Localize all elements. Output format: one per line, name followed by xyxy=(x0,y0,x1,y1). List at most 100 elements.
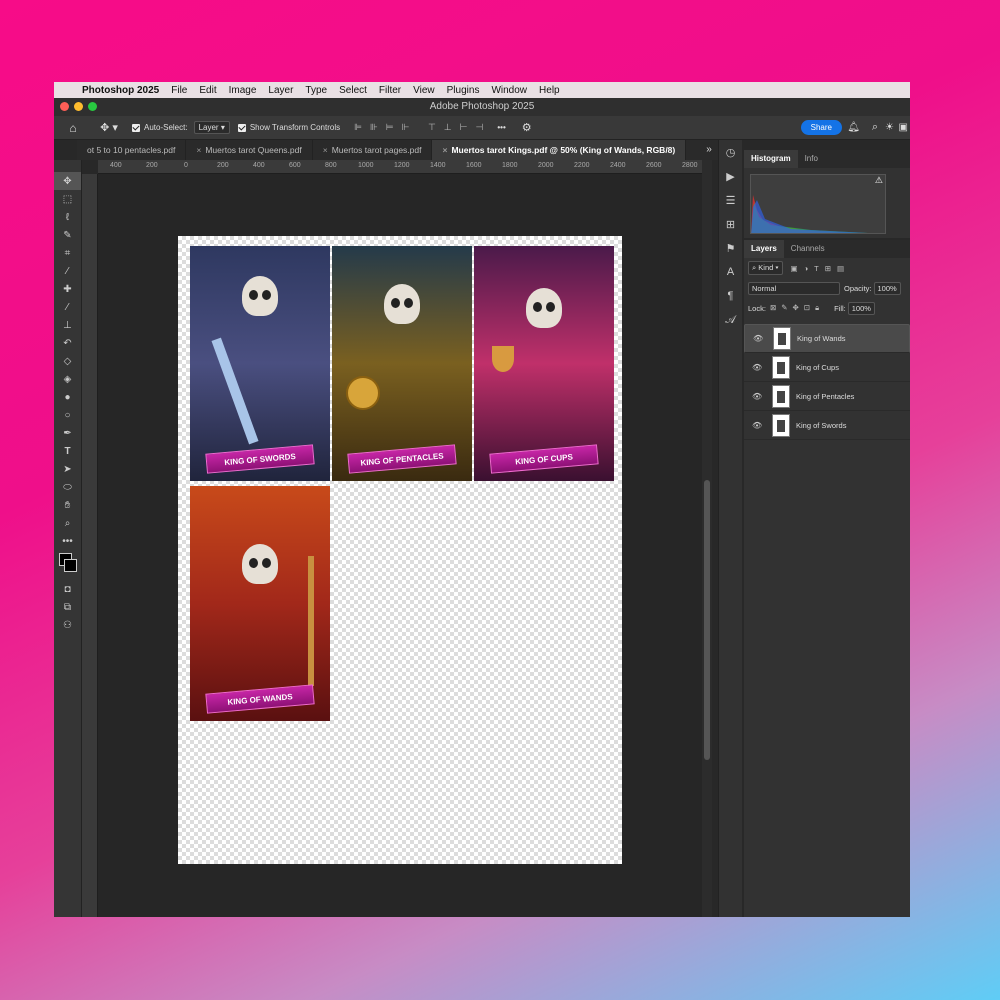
fill-field[interactable]: 100% xyxy=(847,301,875,315)
screen-mode-icon[interactable]: ⧉ xyxy=(54,598,81,616)
workspace-icon[interactable]: ▣ xyxy=(899,122,908,133)
actions-panel-icon[interactable]: ▶ xyxy=(719,164,742,188)
search-icon[interactable]: ⌕ xyxy=(872,121,878,134)
bell-icon[interactable]: 🔔︎ xyxy=(847,122,860,133)
tab-kings[interactable]: × Muertos tarot Kings.pdf @ 50% (King of … xyxy=(432,140,687,160)
show-transform-checkbox[interactable]: Show Transform Controls xyxy=(237,123,340,132)
close-icon[interactable]: × xyxy=(442,145,447,155)
layer-row-king-of-swords[interactable]: 👁︎ King of Swords xyxy=(744,411,910,440)
card-banner: KING OF PENTACLES xyxy=(347,444,457,474)
layer-row-king-of-pentacles[interactable]: 👁︎ King of Pentacles xyxy=(744,382,910,411)
adjustments-panel-icon[interactable]: ☰ xyxy=(719,188,742,212)
gear-icon[interactable]: ⚙ xyxy=(522,121,532,134)
color-swatches[interactable] xyxy=(54,550,81,580)
opacity-field[interactable]: 100% xyxy=(873,281,901,295)
close-icon[interactable]: × xyxy=(323,145,328,155)
minimize-window-button[interactable] xyxy=(74,102,83,111)
warning-icon[interactable]: ⚠ xyxy=(875,175,883,186)
menu-view[interactable]: View xyxy=(413,85,435,96)
paint-bucket-icon[interactable]: ◈ xyxy=(54,370,81,388)
vertical-scrollbar[interactable] xyxy=(702,160,712,917)
menu-type[interactable]: Type xyxy=(305,85,327,96)
card-king-of-swords[interactable]: KING OF SWORDS xyxy=(190,246,330,481)
card-king-of-wands[interactable]: KING OF WANDS xyxy=(190,486,330,721)
tab-overflow-button[interactable]: » xyxy=(700,140,718,160)
ruler-tick: 200 xyxy=(217,162,229,169)
close-window-button[interactable] xyxy=(60,102,69,111)
close-icon[interactable]: × xyxy=(196,145,201,155)
blur-tool-icon[interactable]: ● xyxy=(54,388,81,406)
document-page[interactable]: KING OF SWORDS KING OF PENTACLES KING OF… xyxy=(178,236,622,864)
tab-queens[interactable]: × Muertos tarot Queens.pdf xyxy=(186,140,313,160)
background-color-swatch[interactable] xyxy=(64,559,77,572)
home-icon[interactable]: ⌂ xyxy=(54,121,92,135)
blend-mode-dropdown[interactable]: Normal xyxy=(748,281,840,295)
auto-select-checkbox[interactable]: Auto-Select: xyxy=(132,123,188,132)
properties-panel-icon[interactable]: ⊞ xyxy=(719,212,742,236)
zoom-window-button[interactable] xyxy=(88,102,97,111)
layer-name: King of Swords xyxy=(796,420,847,430)
tab-pages[interactable]: × Muertos tarot pages.pdf xyxy=(313,140,433,160)
character-panel-icon[interactable]: A xyxy=(719,260,742,284)
tab-pentacles[interactable]: ot 5 to 10 pentacles.pdf xyxy=(77,140,187,160)
brush-tool-icon[interactable]: ⁄ xyxy=(54,298,81,316)
type-tool-icon[interactable]: T xyxy=(54,442,81,460)
menu-image[interactable]: Image xyxy=(229,85,257,96)
menu-file[interactable]: File xyxy=(171,85,187,96)
history-panel-icon[interactable]: ◷ xyxy=(719,140,742,164)
move-tool-icon[interactable]: ✥ xyxy=(54,172,81,190)
glyphs-panel-icon[interactable]: 𝒜 xyxy=(719,308,742,332)
hand-tool-icon[interactable]: ✋︎ xyxy=(54,496,81,514)
align-icons[interactable]: ⊫⊪⊨⊩ ⊤⊥⊢⊣ xyxy=(354,122,491,133)
move-tool-preset-icon[interactable]: ✥ ▾ xyxy=(92,121,126,134)
dodge-tool-icon[interactable]: ○ xyxy=(54,406,81,424)
quick-mask-icon[interactable]: ◘ xyxy=(54,580,81,598)
layer-row-king-of-cups[interactable]: 👁︎ King of Cups xyxy=(744,353,910,382)
lightbulb-icon[interactable]: ☀ xyxy=(885,122,894,133)
crop-tool-icon[interactable]: ⌗ xyxy=(54,244,81,262)
menu-filter[interactable]: Filter xyxy=(379,85,401,96)
canvas-area[interactable]: KING OF SWORDS KING OF PENTACLES KING OF… xyxy=(98,174,702,917)
more-options-button[interactable]: ••• xyxy=(497,123,505,132)
marquee-tool-icon[interactable]: ⬚ xyxy=(54,190,81,208)
auto-select-dropdown[interactable]: Layer ▾ xyxy=(193,121,230,134)
more-tools-icon[interactable]: ••• xyxy=(54,532,81,550)
eyedropper-tool-icon[interactable]: ⁄ xyxy=(54,262,81,280)
quick-action-icon[interactable]: ⚇ xyxy=(54,616,81,634)
stamp-tool-icon[interactable]: ⊥ xyxy=(54,316,81,334)
card-king-of-pentacles[interactable]: KING OF PENTACLES xyxy=(332,246,472,481)
shape-tool-icon[interactable]: ⬭ xyxy=(54,478,81,496)
libraries-panel-icon[interactable]: ⚑ xyxy=(719,236,742,260)
eraser-tool-icon[interactable]: ◇ xyxy=(54,352,81,370)
menu-plugins[interactable]: Plugins xyxy=(447,85,480,96)
menu-edit[interactable]: Edit xyxy=(199,85,216,96)
tab-channels[interactable]: Channels xyxy=(784,240,832,258)
menu-layer[interactable]: Layer xyxy=(268,85,293,96)
lock-icons[interactable]: ⊠✎✥⊡🔒︎ xyxy=(770,303,824,313)
pen-tool-icon[interactable]: ✒ xyxy=(54,424,81,442)
scrollbar-thumb[interactable] xyxy=(704,480,710,760)
kind-filter-dropdown[interactable]: ⌕ Kind ▾ xyxy=(748,261,783,275)
zoom-tool-icon[interactable]: ⌕ xyxy=(54,514,81,532)
eye-icon[interactable]: 👁︎ xyxy=(752,421,762,430)
tab-info[interactable]: Info xyxy=(798,150,825,168)
history-brush-icon[interactable]: ↶ xyxy=(54,334,81,352)
menu-select[interactable]: Select xyxy=(339,85,367,96)
card-king-of-cups[interactable]: KING OF CUPS xyxy=(474,246,614,481)
path-select-icon[interactable]: ➤ xyxy=(54,460,81,478)
healing-tool-icon[interactable]: ✚ xyxy=(54,280,81,298)
quick-select-tool-icon[interactable]: ✎ xyxy=(54,226,81,244)
eye-icon[interactable]: 👁︎ xyxy=(752,392,762,401)
share-button[interactable]: Share xyxy=(800,120,842,135)
lasso-tool-icon[interactable]: ℓ xyxy=(54,208,81,226)
menu-window[interactable]: Window xyxy=(491,85,527,96)
paragraph-panel-icon[interactable]: ¶ xyxy=(719,284,742,308)
menu-help[interactable]: Help xyxy=(539,85,560,96)
menu-app-name[interactable]: Photoshop 2025 xyxy=(82,85,159,96)
tab-layers[interactable]: Layers xyxy=(744,240,784,258)
eye-icon[interactable]: 👁︎ xyxy=(752,363,762,372)
tab-histogram[interactable]: Histogram xyxy=(744,150,798,168)
eye-icon[interactable]: 👁︎ xyxy=(753,334,763,343)
layer-row-king-of-wands[interactable]: 👁︎ King of Wands xyxy=(744,324,910,353)
filter-icons[interactable]: ▣◑T⊞▤ xyxy=(791,264,851,273)
